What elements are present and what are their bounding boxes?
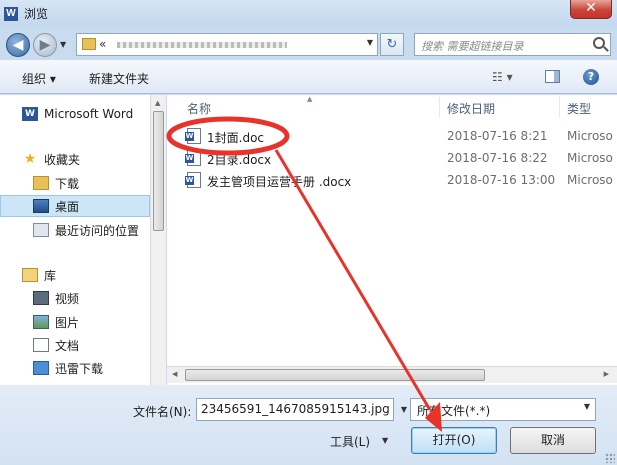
sort-ascending-icon: ▲	[307, 95, 313, 103]
sidebar-item-label: 图片	[55, 315, 80, 330]
file-date: 2018-07-16 13:00	[447, 173, 556, 187]
search-placeholder: 搜索 需要超链接目录	[421, 40, 524, 53]
documents-icon	[33, 338, 49, 352]
filename-label: 文件名(N):	[133, 405, 192, 419]
column-separator[interactable]	[439, 97, 440, 117]
navigation-scrollbar[interactable]: ▲	[150, 95, 166, 385]
cancel-button[interactable]: 取消	[510, 427, 596, 454]
sidebar-item-libraries[interactable]: 库	[0, 264, 150, 286]
word-doc-icon	[185, 128, 201, 144]
sidebar-item-pictures[interactable]: 图片	[0, 311, 150, 333]
sidebar-item-thunder-download[interactable]: 迅雷下载	[0, 357, 150, 379]
view-options-button[interactable]: ☷ ▾	[492, 70, 513, 84]
back-button[interactable]: ◀	[6, 33, 30, 57]
command-toolbar: 组织 ▾ 新建文件夹 ☷ ▾ ?	[0, 60, 617, 94]
word-doc-icon	[185, 172, 201, 188]
word-doc-icon	[185, 150, 201, 166]
file-type: Microso	[567, 173, 613, 187]
window-title: 浏览	[24, 7, 49, 21]
title-bar: W 浏览 ✕	[0, 0, 617, 27]
open-button[interactable]: 打开(O)	[411, 427, 497, 454]
library-icon	[22, 268, 38, 282]
file-row[interactable]: 2目录.docx 2018-07-16 8:22 Microso	[167, 147, 617, 169]
dialog-footer: 文件名(N): 23456591_1467085915143.jpg ▼ 所有文…	[0, 385, 617, 465]
help-icon[interactable]: ?	[583, 69, 599, 85]
file-name: 2目录.docx	[207, 153, 272, 167]
file-name: 发主管项目运营手册 .docx	[207, 175, 352, 189]
scroll-thumb[interactable]	[153, 111, 164, 231]
resize-grip[interactable]	[605, 453, 615, 463]
sidebar-item-label: 迅雷下载	[55, 361, 104, 376]
search-icon	[593, 37, 605, 49]
sidebar-item-label: 视频	[55, 291, 80, 306]
sidebar-item-label: Microsoft Word	[44, 107, 134, 121]
column-separator[interactable]	[559, 97, 560, 117]
filetype-select[interactable]: 所有文件(*.*) ▼	[410, 398, 596, 421]
tools-menu[interactable]: 工具(L)	[330, 433, 370, 450]
chevron-down-icon: ▼	[583, 402, 590, 411]
sidebar-item-label: 文档	[55, 338, 80, 353]
recent-places-icon	[33, 223, 49, 237]
horizontal-scrollbar[interactable]: ◀ ▶	[167, 366, 617, 383]
desktop-icon	[33, 199, 49, 213]
filename-dropdown-icon[interactable]: ▼	[397, 398, 411, 421]
sidebar-item-documents[interactable]: 文档	[0, 334, 150, 356]
sidebar-item-label: 最近访问的位置	[55, 223, 140, 238]
file-type: Microso	[567, 129, 613, 143]
blurred-path	[117, 42, 287, 48]
sidebar-item-favorites[interactable]: ★ 收藏夹	[0, 148, 150, 170]
organize-menu[interactable]: 组织 ▾	[22, 70, 56, 87]
close-button[interactable]: ✕	[570, 0, 612, 19]
forward-button[interactable]: ▶	[33, 33, 57, 57]
sidebar-item-label: 下载	[55, 176, 80, 191]
sidebar-item-label: 收藏夹	[44, 152, 81, 167]
sidebar-item-desktop[interactable]: 桌面	[0, 195, 150, 217]
breadcrumb-overflow[interactable]: «	[99, 37, 106, 51]
refresh-button[interactable]: ↻	[380, 33, 404, 56]
folder-icon	[82, 38, 96, 50]
star-icon: ★	[23, 151, 37, 167]
sidebar-item-recent-places[interactable]: 最近访问的位置	[0, 219, 150, 241]
scroll-thumb[interactable]	[185, 369, 485, 381]
tools-dropdown-icon[interactable]: ▼	[382, 436, 388, 445]
address-bar[interactable]: « ▼	[76, 33, 378, 56]
column-header-type[interactable]: 类型	[567, 100, 591, 117]
column-header-date[interactable]: 修改日期	[447, 100, 495, 117]
download-folder-icon	[33, 176, 49, 190]
file-row[interactable]: 发主管项目运营手册 .docx 2018-07-16 13:00 Microso	[167, 169, 617, 191]
file-row[interactable]: 1封面.doc 2018-07-16 8:21 Microso	[167, 125, 617, 147]
sidebar-item-microsoft-word[interactable]: W Microsoft Word	[0, 103, 150, 125]
file-name: 1封面.doc	[207, 131, 265, 145]
filetype-value: 所有文件(*.*)	[417, 404, 491, 418]
scroll-right-icon[interactable]: ▶	[604, 370, 609, 378]
search-input[interactable]: 搜索 需要超链接目录	[414, 33, 611, 56]
word-app-icon: W	[4, 6, 18, 21]
scroll-up-icon[interactable]: ▲	[155, 99, 160, 107]
address-dropdown-icon[interactable]: ▼	[367, 38, 373, 47]
file-list: ▲ 名称 修改日期 类型 1封面.doc 2018-07-16 8:21 Mic…	[167, 95, 617, 385]
pictures-icon	[33, 315, 49, 329]
preview-pane-icon[interactable]	[545, 70, 560, 83]
video-icon	[33, 291, 49, 305]
navigation-pane: W Microsoft Word ★ 收藏夹 下载 桌面 最近访问的位置 库 视…	[0, 95, 150, 385]
scroll-left-icon[interactable]: ◀	[172, 370, 177, 378]
address-row: ◀ ▶ ▼ « ▼ ↻ 搜索 需要超链接目录	[0, 27, 617, 60]
sidebar-item-videos[interactable]: 视频	[0, 287, 150, 309]
word-icon: W	[22, 107, 38, 121]
thunder-download-icon	[33, 361, 49, 375]
file-date: 2018-07-16 8:22	[447, 151, 548, 165]
column-header-name[interactable]: 名称	[187, 100, 211, 117]
new-folder-button[interactable]: 新建文件夹	[89, 70, 149, 87]
sidebar-item-downloads[interactable]: 下载	[0, 172, 150, 194]
filename-input[interactable]: 23456591_1467085915143.jpg	[196, 398, 394, 421]
file-type: Microso	[567, 151, 613, 165]
sidebar-item-label: 桌面	[55, 199, 80, 214]
sidebar-item-label: 库	[44, 268, 57, 283]
recent-pages-dropdown-icon[interactable]: ▼	[60, 40, 66, 49]
file-date: 2018-07-16 8:21	[447, 129, 548, 143]
